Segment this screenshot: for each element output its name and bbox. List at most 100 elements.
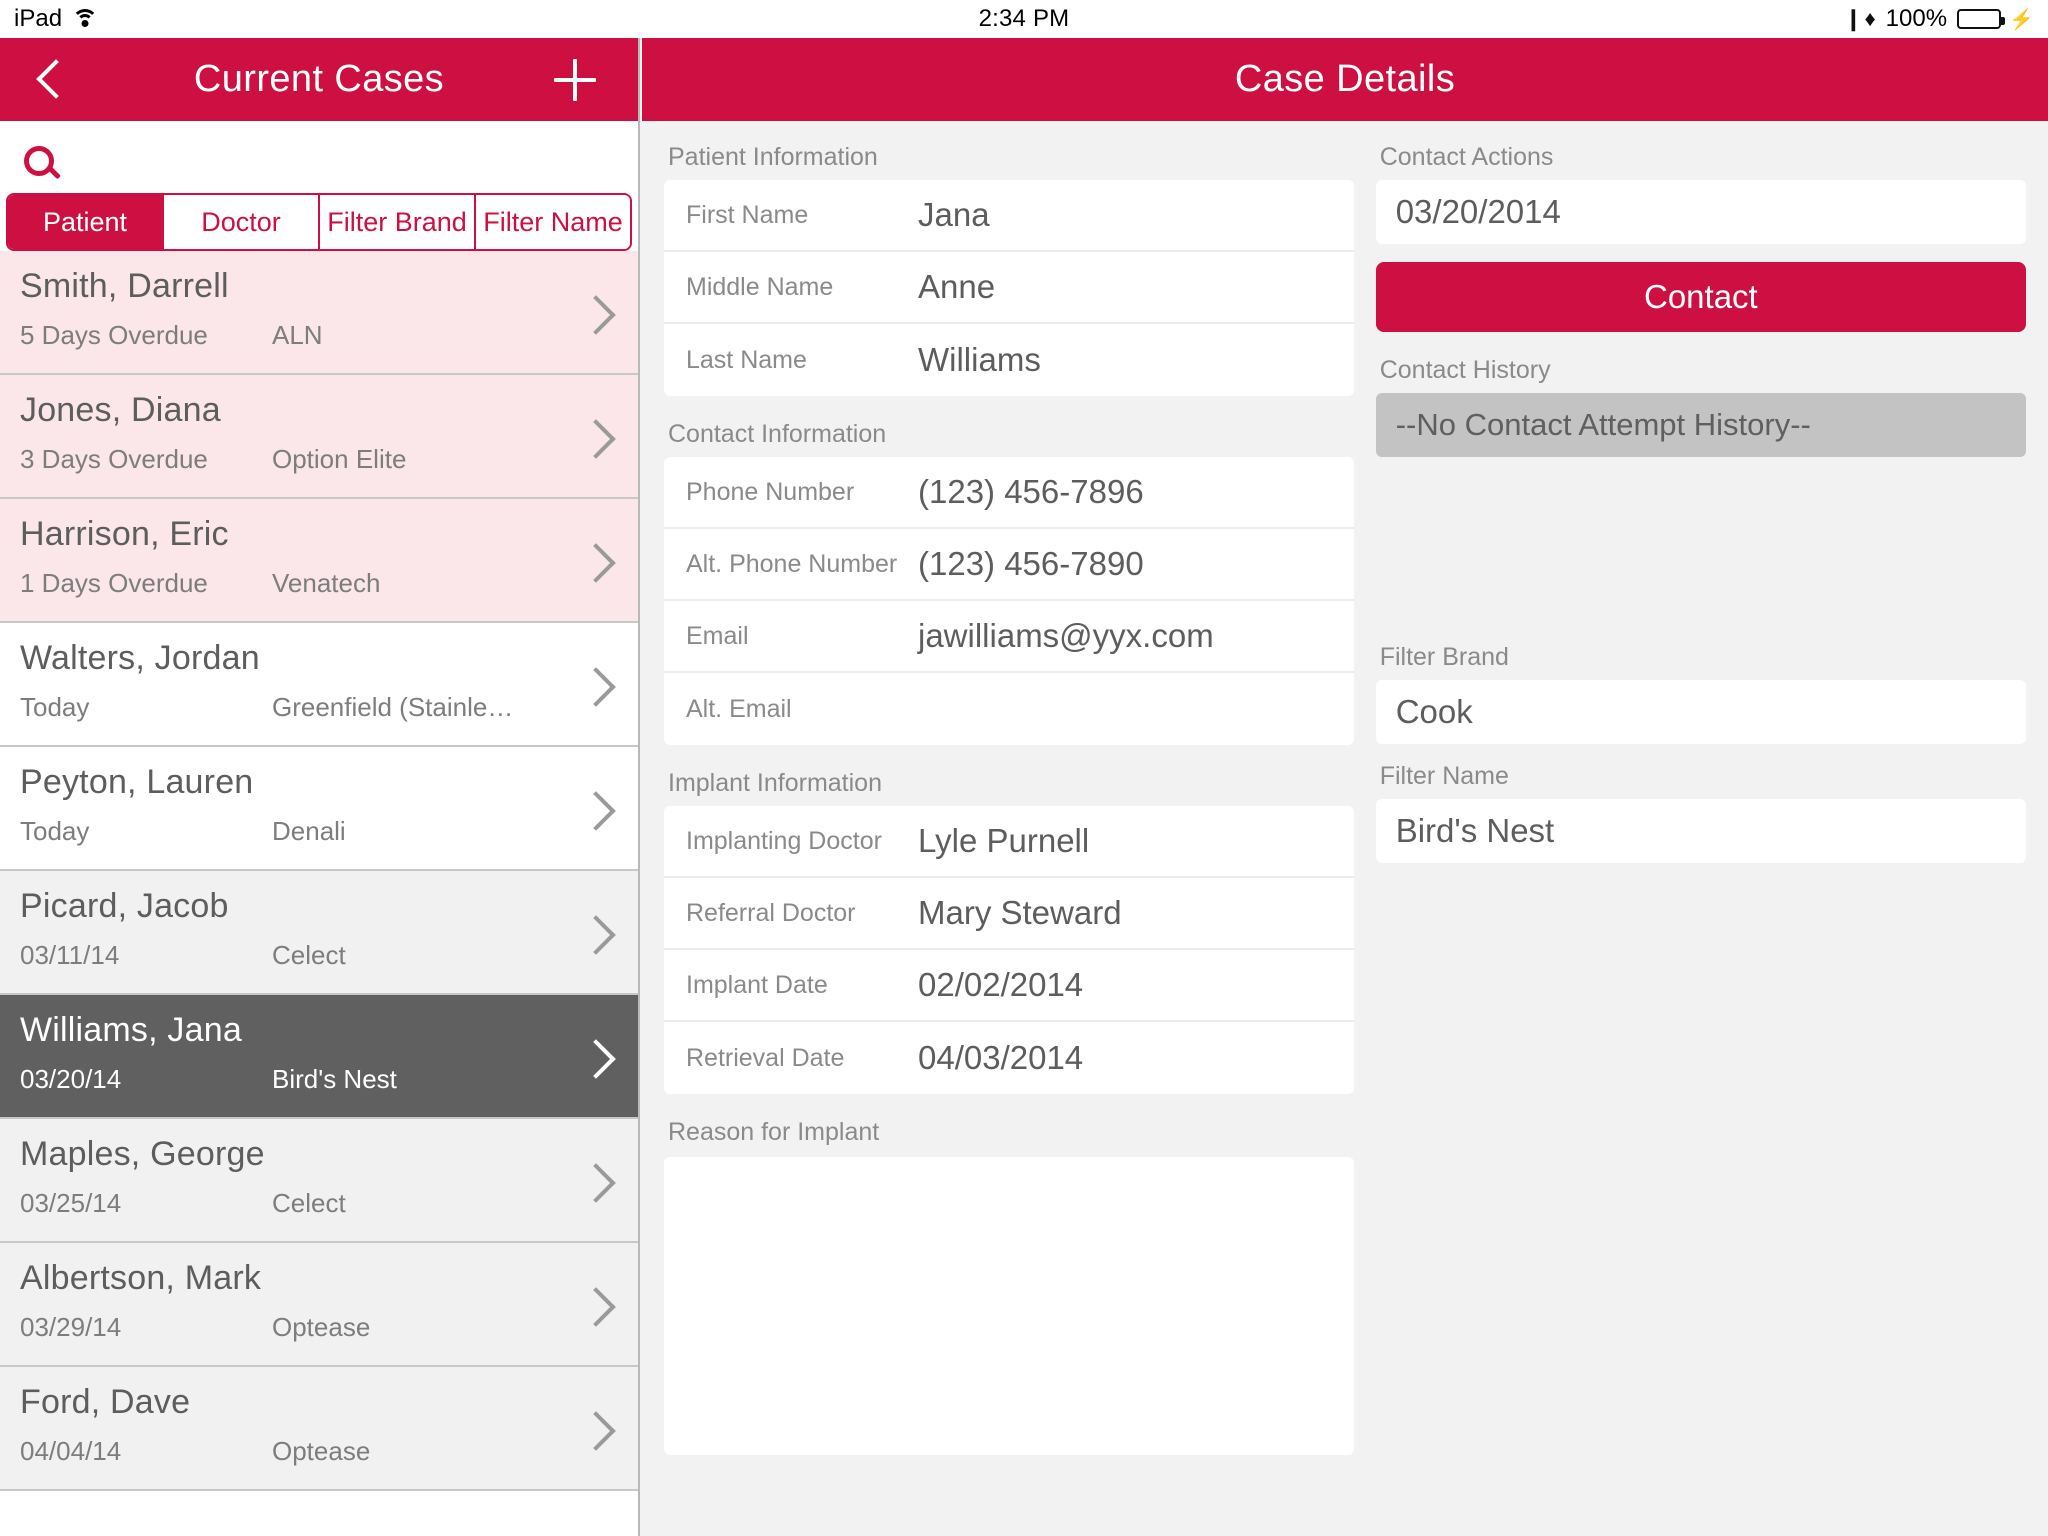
case-filter-brand: ALN: [272, 320, 323, 350]
field-value: 04/03/2014: [918, 1039, 1084, 1076]
field-label: Implant Date: [686, 970, 828, 999]
master-navbar: Current Cases: [0, 38, 638, 121]
contact-date-field[interactable]: 03/20/2014: [1375, 180, 2026, 244]
case-list: Smith, Darrell 5 Days Overdue ALN Jones,…: [0, 251, 638, 1491]
field-row-referral-doctor[interactable]: Referral Doctor Mary Steward: [664, 878, 1354, 950]
field-value: (123) 456-7896: [918, 473, 1144, 510]
reason-for-implant-textarea[interactable]: [664, 1157, 1354, 1455]
case-list-item[interactable]: Maples, George 03/25/14 Celect: [0, 1119, 638, 1243]
field-value: Jana: [918, 196, 990, 233]
segment-doctor[interactable]: Doctor: [162, 195, 318, 249]
case-filter-brand: Optease: [272, 1312, 371, 1342]
case-status: 03/25/14: [20, 1188, 122, 1218]
lightning-bolt-icon: ⚡: [2009, 8, 2034, 31]
case-status: Today: [20, 692, 90, 722]
plus-icon[interactable]: [554, 58, 596, 101]
field-value: Anne: [918, 268, 996, 305]
case-list-item[interactable]: Ford, Dave 04/04/14 Optease: [0, 1367, 638, 1491]
field-row-implant-date[interactable]: Implant Date 02/02/2014: [664, 950, 1354, 1022]
case-status: 03/20/14: [20, 1064, 122, 1094]
case-status: Today: [20, 816, 90, 846]
contact-history-empty-state[interactable]: --No Contact Attempt History--: [1375, 393, 2026, 457]
app-screen: iPad 2:34 PM ❙ ♦ 100% ⚡ Current Cases Pa…: [0, 0, 2048, 1536]
case-status: 1 Days Overdue: [20, 568, 208, 598]
contact-actions-label: Contact Actions: [1379, 143, 1554, 171]
filter-brand-label: Filter Brand: [1379, 643, 1509, 671]
field-row-first-name[interactable]: First Name Jana: [664, 180, 1354, 252]
case-filter-brand: Venatech: [272, 568, 381, 598]
chevron-right-icon: [582, 915, 604, 953]
case-patient-name: Walters, Jordan: [20, 639, 260, 677]
field-label: Alt. Email: [686, 694, 792, 723]
bluetooth-icon: ❙ ♦: [1844, 6, 1876, 31]
field-row-alt-phone-number[interactable]: Alt. Phone Number (123) 456-7890: [664, 529, 1354, 601]
status-bar-left: iPad: [0, 5, 676, 33]
case-status: 04/04/14: [20, 1436, 122, 1466]
field-row-alt-email[interactable]: Alt. Email: [664, 673, 1354, 745]
case-list-item[interactable]: Walters, Jordan Today Greenfield (Stainl…: [0, 623, 638, 747]
filter-segmented-control[interactable]: Patient Doctor Filter Brand Filter Name: [6, 193, 632, 251]
detail-right-column: Contact Actions 03/20/2014 Contact Conta…: [1375, 139, 2026, 1455]
case-list-item[interactable]: Albertson, Mark 03/29/14 Optease: [0, 1243, 638, 1367]
filter-brand-field[interactable]: Cook: [1375, 680, 2026, 744]
detail-title: Case Details: [1234, 58, 1456, 100]
case-status: 3 Days Overdue: [20, 444, 208, 474]
device-name: iPad: [14, 5, 63, 32]
search-row[interactable]: [0, 135, 638, 187]
search-area: Patient Doctor Filter Brand Filter Name: [0, 121, 638, 251]
search-input[interactable]: [54, 145, 638, 177]
chevron-right-icon: [582, 1163, 604, 1201]
filter-name-field[interactable]: Bird's Nest: [1375, 799, 2026, 863]
field-row-retrieval-date[interactable]: Retrieval Date 04/03/2014: [664, 1022, 1354, 1094]
case-list-item[interactable]: Jones, Diana 3 Days Overdue Option Elite: [0, 375, 638, 499]
contact-history-label: Contact History: [1379, 356, 1551, 384]
field-label: Middle Name: [686, 272, 834, 301]
field-value: 02/02/2014: [918, 966, 1084, 1003]
case-list-item[interactable]: Picard, Jacob 03/11/14 Celect: [0, 871, 638, 995]
field-label: Implanting Doctor: [686, 826, 882, 855]
detail-navbar: Case Details: [642, 38, 2048, 121]
segment-filter-brand[interactable]: Filter Brand: [318, 195, 474, 249]
chevron-right-icon: [582, 419, 604, 457]
case-patient-name: Albertson, Mark: [20, 1259, 262, 1297]
case-filter-brand: Optease: [272, 1436, 371, 1466]
field-row-middle-name[interactable]: Middle Name Anne: [664, 252, 1354, 324]
field-row-implanting-doctor[interactable]: Implanting Doctor Lyle Purnell: [664, 806, 1354, 878]
field-row-email[interactable]: Email jawilliams@yyx.com: [664, 601, 1354, 673]
battery-percent-label: 100%: [1885, 5, 1948, 32]
patient-information-card: First Name Jana Middle Name Anne Last Na…: [664, 180, 1354, 396]
field-value: Mary Steward: [918, 894, 1122, 931]
filter-name-label: Filter Name: [1379, 762, 1509, 790]
master-pane: Current Cases Patient Doctor Filter Bran…: [0, 38, 640, 1536]
reason-for-implant-label: Reason for Implant: [668, 1118, 880, 1146]
field-row-last-name[interactable]: Last Name Williams: [664, 324, 1354, 396]
case-list-item[interactable]: Peyton, Lauren Today Denali: [0, 747, 638, 871]
contact-button[interactable]: Contact: [1375, 262, 2026, 332]
case-filter-brand: Celect: [272, 1188, 346, 1218]
detail-body: Patient Information First Name Jana Midd…: [642, 121, 2048, 1455]
case-status: 03/11/14: [20, 940, 120, 970]
case-list-item[interactable]: Smith, Darrell 5 Days Overdue ALN: [0, 251, 638, 375]
field-row-phone-number[interactable]: Phone Number (123) 456-7896: [664, 457, 1354, 529]
field-label: First Name: [686, 200, 809, 229]
implant-information-label: Implant Information: [668, 769, 882, 797]
field-label: Referral Doctor: [686, 898, 856, 927]
status-bar-right: ❙ ♦ 100% ⚡: [1372, 5, 2048, 33]
implant-information-card: Implanting Doctor Lyle Purnell Referral …: [664, 806, 1354, 1094]
battery-full-icon: [1957, 9, 2006, 29]
chevron-right-icon: [582, 1287, 604, 1325]
case-list-item-selected[interactable]: Williams, Jana 03/20/14 Bird's Nest: [0, 995, 638, 1119]
case-list-item[interactable]: Harrison, Eric 1 Days Overdue Venatech: [0, 499, 638, 623]
master-title: Current Cases: [193, 58, 445, 100]
chevron-left-icon[interactable]: [34, 58, 68, 102]
segment-filter-name[interactable]: Filter Name: [474, 195, 630, 249]
segment-patient[interactable]: Patient: [8, 195, 162, 249]
case-filter-brand: Option Elite: [272, 444, 407, 474]
chevron-right-icon: [582, 295, 604, 333]
field-label: Alt. Phone Number: [686, 549, 898, 578]
field-label: Last Name: [686, 345, 807, 374]
case-filter-brand: Denali: [272, 816, 346, 846]
case-patient-name: Picard, Jacob: [20, 887, 229, 925]
field-label: Retrieval Date: [686, 1043, 845, 1072]
field-label: Phone Number: [686, 477, 855, 506]
